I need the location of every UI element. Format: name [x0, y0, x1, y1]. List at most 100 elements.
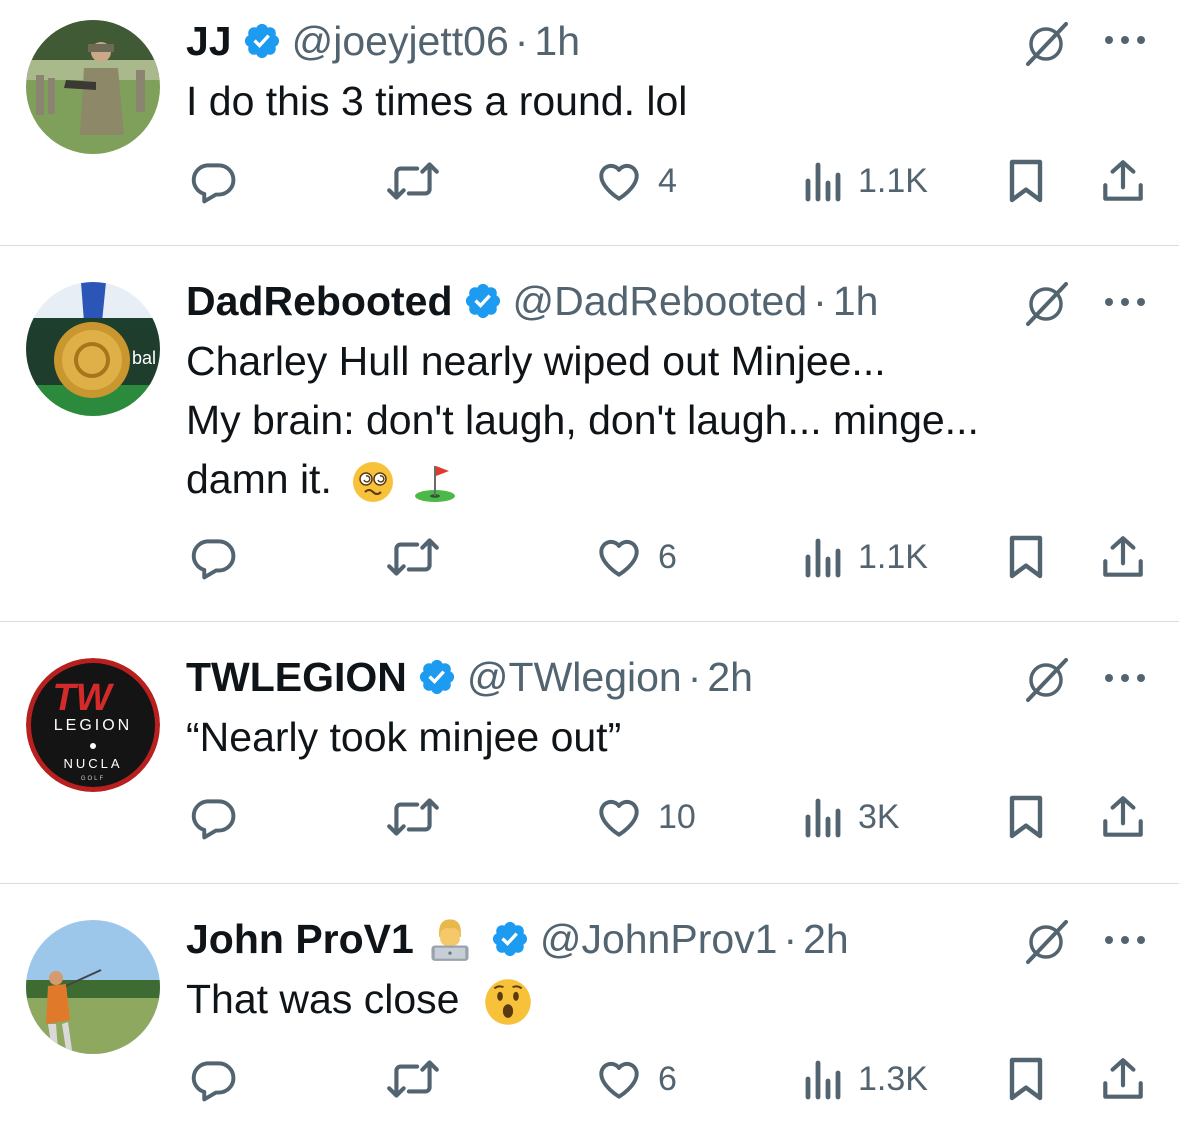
reply-icon [191, 539, 236, 580]
view-count: 1.3K [858, 1059, 928, 1098]
view-count: 1.1K [858, 161, 928, 200]
views-button[interactable]: 1.3K [800, 1054, 928, 1104]
tweet[interactable]: TW LEGION NUCLA GOLF TWLEGION @TWlegion … [0, 622, 1179, 884]
tweet-text-line: That was close [186, 970, 533, 1029]
hushed-face-emoji [483, 977, 533, 1027]
tweet-text-line: “Nearly took minjee out” [186, 714, 622, 760]
user-handle[interactable]: @JohnProv1 [540, 916, 778, 963]
tweet-text-line: My brain: don't laugh, don't laugh... mi… [186, 397, 979, 443]
dizzy-face-emoji [351, 460, 395, 504]
display-name[interactable]: TWLEGION [186, 654, 407, 701]
views-button[interactable]: 3K [800, 792, 900, 842]
repost-button[interactable] [384, 532, 442, 582]
logo-golf: GOLF [81, 776, 105, 782]
grok-icon[interactable] [1020, 16, 1072, 68]
share-button[interactable] [1098, 156, 1148, 206]
bookmark-icon [1009, 1057, 1043, 1101]
bookmark-button[interactable] [1004, 1054, 1048, 1104]
verified-badge-icon [417, 657, 457, 697]
share-icon [1103, 1058, 1143, 1099]
grok-icon[interactable] [1020, 914, 1072, 966]
share-icon [1103, 160, 1143, 201]
like-count: 10 [658, 797, 696, 836]
reply-button[interactable] [188, 1054, 238, 1104]
tweet-actions [0, 246, 1179, 296]
heart-icon [599, 799, 639, 837]
reply-icon [191, 799, 236, 840]
bookmark-button[interactable] [1004, 156, 1048, 206]
avatar[interactable] [26, 920, 160, 1054]
heart-icon [599, 163, 639, 201]
svg-text:bal: bal [132, 348, 156, 368]
repost-button[interactable] [384, 792, 442, 842]
verified-badge-icon [242, 21, 282, 61]
tweet-actions: 6 1.3K [0, 1054, 1179, 1104]
verified-badge-icon [490, 919, 530, 959]
tweet-text-segment: That was close [186, 976, 460, 1022]
more-options-icon[interactable] [1102, 930, 1148, 950]
tweet-header: John ProV1 @JohnProv1 · 2h [186, 914, 849, 964]
tweet-text-segment: damn it. [186, 456, 332, 502]
repost-button[interactable] [384, 1054, 442, 1104]
views-button[interactable]: 1.1K [800, 532, 928, 582]
tweet-text: Charley Hull nearly wiped out Minjee... … [186, 332, 979, 509]
user-handle[interactable]: @TWlegion [467, 654, 682, 701]
tweet-actions: 6 1.1K [0, 532, 1179, 582]
views-icon [805, 1060, 841, 1100]
views-button[interactable]: 1.1K [800, 156, 928, 206]
tweet[interactable]: John ProV1 @JohnProv1 · 2h That was clos… [0, 884, 1179, 1140]
reply-button[interactable] [188, 156, 238, 206]
separator-dot: · [687, 653, 702, 700]
timestamp[interactable]: 2h [707, 654, 753, 701]
tweet-actions: 4 1.1K [0, 156, 1179, 206]
logo-tw: TW [52, 677, 114, 719]
like-button[interactable]: 6 [594, 532, 677, 582]
technologist-emoji [426, 915, 474, 963]
like-button[interactable]: 4 [594, 156, 677, 206]
heart-icon [599, 539, 639, 577]
tweet[interactable]: JJ @joeyjett06 · 1h I do this 3 times a … [0, 0, 1179, 246]
like-count: 6 [658, 1059, 677, 1098]
user-handle[interactable]: @joeyjett06 [292, 18, 509, 65]
repost-icon [387, 538, 439, 576]
bookmark-icon [1009, 535, 1043, 579]
share-icon [1103, 796, 1143, 837]
view-count: 1.1K [858, 537, 928, 576]
more-options-icon[interactable] [1102, 668, 1148, 688]
like-button[interactable]: 10 [594, 792, 696, 842]
reply-feed: JJ @joeyjett06 · 1h I do this 3 times a … [0, 0, 1179, 1140]
separator-dot: · [783, 915, 798, 962]
reply-icon [191, 1061, 236, 1102]
more-options-icon[interactable] [1102, 30, 1148, 50]
share-icon [1103, 536, 1143, 577]
share-button[interactable] [1098, 532, 1148, 582]
logo-nucla: NUCLA [63, 756, 122, 771]
like-button[interactable]: 6 [594, 1054, 677, 1104]
tweet[interactable]: bal DadRebooted @DadRebooted · 1h Charle… [0, 246, 1179, 622]
view-count: 3K [858, 797, 900, 836]
share-button[interactable] [1098, 792, 1148, 842]
timestamp[interactable]: 1h [534, 18, 580, 65]
display-name[interactable]: JJ [186, 18, 232, 65]
bookmark-icon [1009, 159, 1043, 203]
tweet-header: TWLEGION @TWlegion · 2h [186, 652, 753, 702]
share-button[interactable] [1098, 1054, 1148, 1104]
views-icon [805, 798, 841, 838]
bookmark-button[interactable] [1004, 792, 1048, 842]
reply-button[interactable] [188, 792, 238, 842]
bookmark-button[interactable] [1004, 532, 1048, 582]
timestamp[interactable]: 2h [803, 916, 849, 963]
grok-icon[interactable] [1020, 652, 1072, 704]
avatar[interactable]: TW LEGION NUCLA GOLF [26, 658, 160, 792]
views-icon [805, 538, 841, 578]
tweet-text-line: damn it. [186, 450, 979, 509]
repost-button[interactable] [384, 156, 442, 206]
avatar[interactable] [26, 20, 160, 154]
avatar[interactable]: bal [26, 282, 160, 416]
tweet-text: I do this 3 times a round. lol [186, 72, 687, 131]
like-count: 6 [658, 537, 677, 576]
display-name[interactable]: John ProV1 [186, 916, 414, 963]
tweet-text-line: Charley Hull nearly wiped out Minjee... [186, 338, 886, 384]
reply-button[interactable] [188, 532, 238, 582]
separator-dot: · [514, 17, 529, 64]
